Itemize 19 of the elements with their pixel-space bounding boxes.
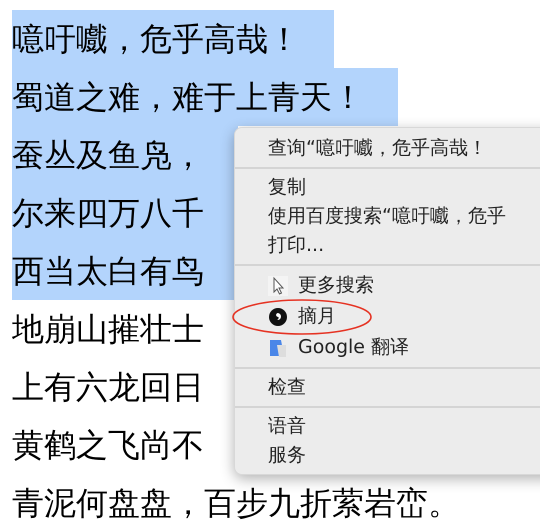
poem-line: 上有六龙回日	[12, 367, 205, 408]
poem-line: 青泥何盘盘，百步九折萦岩峦。	[12, 483, 461, 524]
menu-item-label: Google 翻译	[298, 335, 410, 360]
menu-item[interactable]: 复制	[235, 173, 306, 202]
menu-item-label: 摘月	[298, 304, 336, 329]
menu-item[interactable]: 打印...	[235, 231, 324, 260]
menu-item[interactable]: 更多搜索	[235, 270, 374, 301]
menu-item[interactable]: 语音	[235, 412, 306, 441]
menu-item[interactable]: 使用百度搜索“噫吁嚱，危乎	[235, 202, 506, 231]
menu-item[interactable]: 检查	[235, 373, 306, 402]
menu-item-label: 更多搜索	[298, 273, 374, 298]
cursor-icon	[268, 276, 288, 296]
menu-item[interactable]: 查询“噫吁嚱，危乎高哉！	[235, 134, 487, 163]
poem-line: 黄鹤之飞尚不	[12, 425, 205, 466]
translate-icon	[268, 338, 288, 358]
menu-item[interactable]: Google 翻译	[235, 332, 410, 363]
moon-logo-icon	[268, 306, 288, 326]
menu-item[interactable]: 服务	[235, 441, 306, 470]
poem-line: 地崩山摧壮士	[12, 309, 205, 350]
